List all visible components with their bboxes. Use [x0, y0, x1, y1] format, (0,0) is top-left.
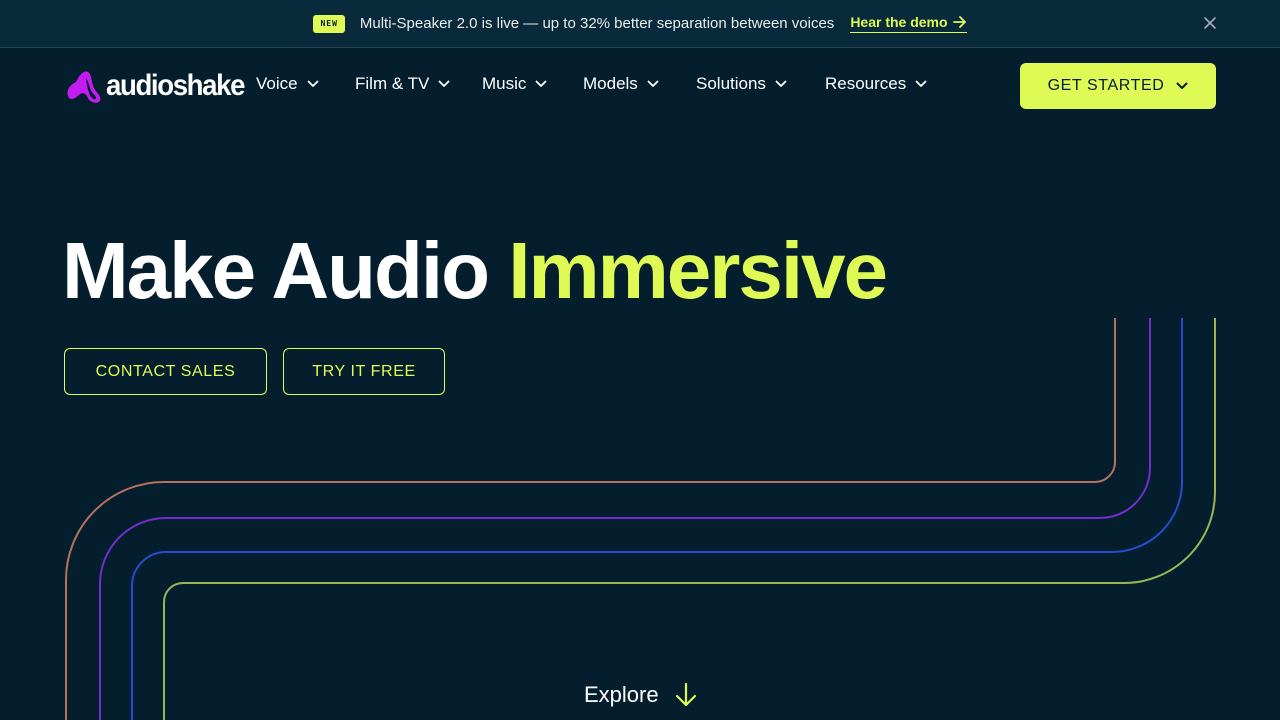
chevron-down-icon — [438, 80, 450, 87]
audioshake-logo-icon — [67, 71, 101, 103]
hear-demo-label: Hear the demo — [850, 14, 948, 30]
chevron-down-icon — [647, 80, 659, 87]
announcement-message: Multi-Speaker 2.0 is live — up to 32% be… — [359, 15, 835, 32]
get-started-label: GET STARTED — [1047, 77, 1165, 94]
hero-title: Make Audio Immersive — [62, 226, 888, 316]
chevron-down-icon — [915, 80, 927, 87]
contact-sales-button[interactable]: CONTACT SALES — [64, 348, 267, 395]
brand-name: audioshake — [106, 69, 245, 102]
main-nav: audioshake Voice Film & TV Music Models … — [0, 48, 1280, 124]
arrow-down-icon — [675, 682, 696, 707]
get-started-button[interactable]: GET STARTED — [1020, 63, 1216, 109]
contact-sales-label: CONTACT SALES — [95, 362, 236, 380]
chevron-down-icon — [536, 80, 547, 87]
chevron-down-icon — [1176, 82, 1188, 89]
nav-item-film-tv[interactable]: Film & TV — [355, 74, 482, 94]
arrow-right-icon — [952, 16, 966, 28]
nav-item-label: Solutions — [696, 74, 766, 93]
hero-title-main: Make Audio — [62, 226, 490, 315]
hero-title-accent: Immersive — [508, 226, 888, 315]
nav-item-resources[interactable]: Resources — [825, 74, 935, 94]
nav-item-label: Resources — [825, 74, 907, 93]
nav-item-voice[interactable]: Voice — [256, 74, 355, 94]
nav-item-music[interactable]: Music — [482, 74, 583, 94]
nav-item-label: Voice — [256, 74, 298, 93]
nav-menu: Voice Film & TV Music Models Solutions R… — [256, 74, 935, 94]
chevron-down-icon — [775, 80, 787, 87]
nav-item-solutions[interactable]: Solutions — [696, 74, 825, 94]
try-it-free-label: TRY IT FREE — [312, 362, 416, 380]
logo[interactable]: audioshake — [64, 68, 256, 104]
nav-item-label: Music — [482, 74, 527, 93]
chevron-down-icon — [307, 80, 318, 87]
new-badge: NEW — [313, 14, 345, 33]
close-icon[interactable] — [1202, 15, 1218, 31]
hear-demo-link[interactable]: Hear the demo — [850, 14, 967, 33]
try-it-free-button[interactable]: TRY IT FREE — [283, 348, 445, 395]
nav-item-label: Models — [583, 74, 638, 93]
explore-label: Explore — [584, 682, 659, 707]
explore-link[interactable]: Explore — [584, 682, 697, 708]
announcement-bar: NEW Multi-Speaker 2.0 is live — up to 32… — [0, 0, 1280, 48]
nav-item-models[interactable]: Models — [583, 74, 696, 94]
nav-item-label: Film & TV — [355, 74, 430, 93]
